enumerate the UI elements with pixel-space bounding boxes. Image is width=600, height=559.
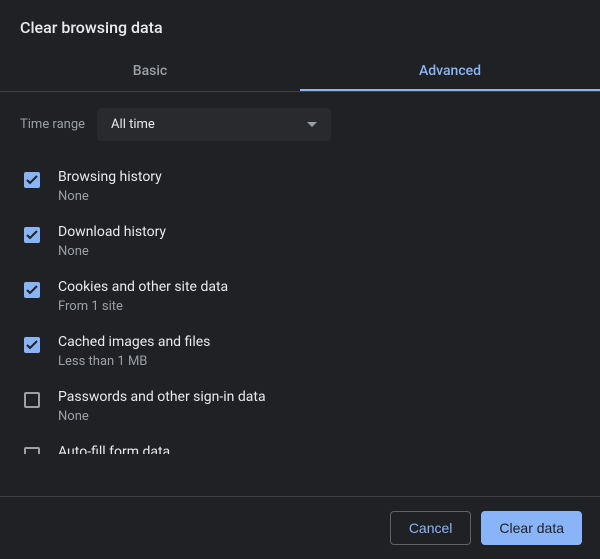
tab-basic[interactable]: Basic bbox=[0, 51, 300, 91]
option-label: Download history bbox=[58, 224, 166, 240]
dialog-content: Time range All time Browsing history None… bbox=[0, 92, 600, 462]
cancel-button[interactable]: Cancel bbox=[390, 511, 472, 545]
option-sublabel: Less than 1 MB bbox=[58, 354, 210, 369]
time-range-label: Time range bbox=[20, 117, 85, 132]
option-row: Passwords and other sign-in data None bbox=[20, 379, 580, 434]
option-row: Download history None bbox=[20, 214, 580, 269]
option-text: Browsing history None bbox=[58, 169, 162, 204]
option-sublabel: None bbox=[58, 244, 166, 259]
option-checkbox[interactable] bbox=[24, 227, 40, 243]
option-text: Cookies and other site data From 1 site bbox=[58, 279, 228, 314]
option-label: Passwords and other sign-in data bbox=[58, 389, 266, 405]
option-row: Browsing history None bbox=[20, 159, 580, 214]
option-sublabel: None bbox=[58, 189, 162, 204]
dialog-title: Clear browsing data bbox=[0, 0, 600, 51]
time-range-row: Time range All time bbox=[20, 108, 580, 159]
option-checkbox[interactable] bbox=[24, 447, 40, 454]
time-range-value: All time bbox=[111, 117, 155, 132]
option-text: Cached images and files Less than 1 MB bbox=[58, 334, 210, 369]
option-row: Cached images and files Less than 1 MB bbox=[20, 324, 580, 379]
chevron-down-icon bbox=[307, 122, 317, 127]
option-sublabel: None bbox=[58, 409, 266, 424]
option-checkbox[interactable] bbox=[24, 172, 40, 188]
option-label: Cached images and files bbox=[58, 334, 210, 350]
option-label: Auto-fill form data bbox=[58, 444, 170, 454]
option-checkbox[interactable] bbox=[24, 337, 40, 353]
option-label: Cookies and other site data bbox=[58, 279, 228, 295]
dialog-footer: Cancel Clear data bbox=[0, 496, 600, 559]
option-checkbox[interactable] bbox=[24, 282, 40, 298]
tab-advanced[interactable]: Advanced bbox=[300, 51, 600, 91]
option-checkbox[interactable] bbox=[24, 392, 40, 408]
option-text: Download history None bbox=[58, 224, 166, 259]
option-row: Auto-fill form data bbox=[20, 434, 580, 454]
clear-data-button[interactable]: Clear data bbox=[481, 511, 582, 545]
option-row: Cookies and other site data From 1 site bbox=[20, 269, 580, 324]
option-sublabel: From 1 site bbox=[58, 299, 228, 314]
option-text: Passwords and other sign-in data None bbox=[58, 389, 266, 424]
tab-bar: Basic Advanced bbox=[0, 51, 600, 92]
option-label: Browsing history bbox=[58, 169, 162, 185]
option-text: Auto-fill form data bbox=[58, 444, 170, 454]
time-range-select[interactable]: All time bbox=[97, 108, 331, 141]
